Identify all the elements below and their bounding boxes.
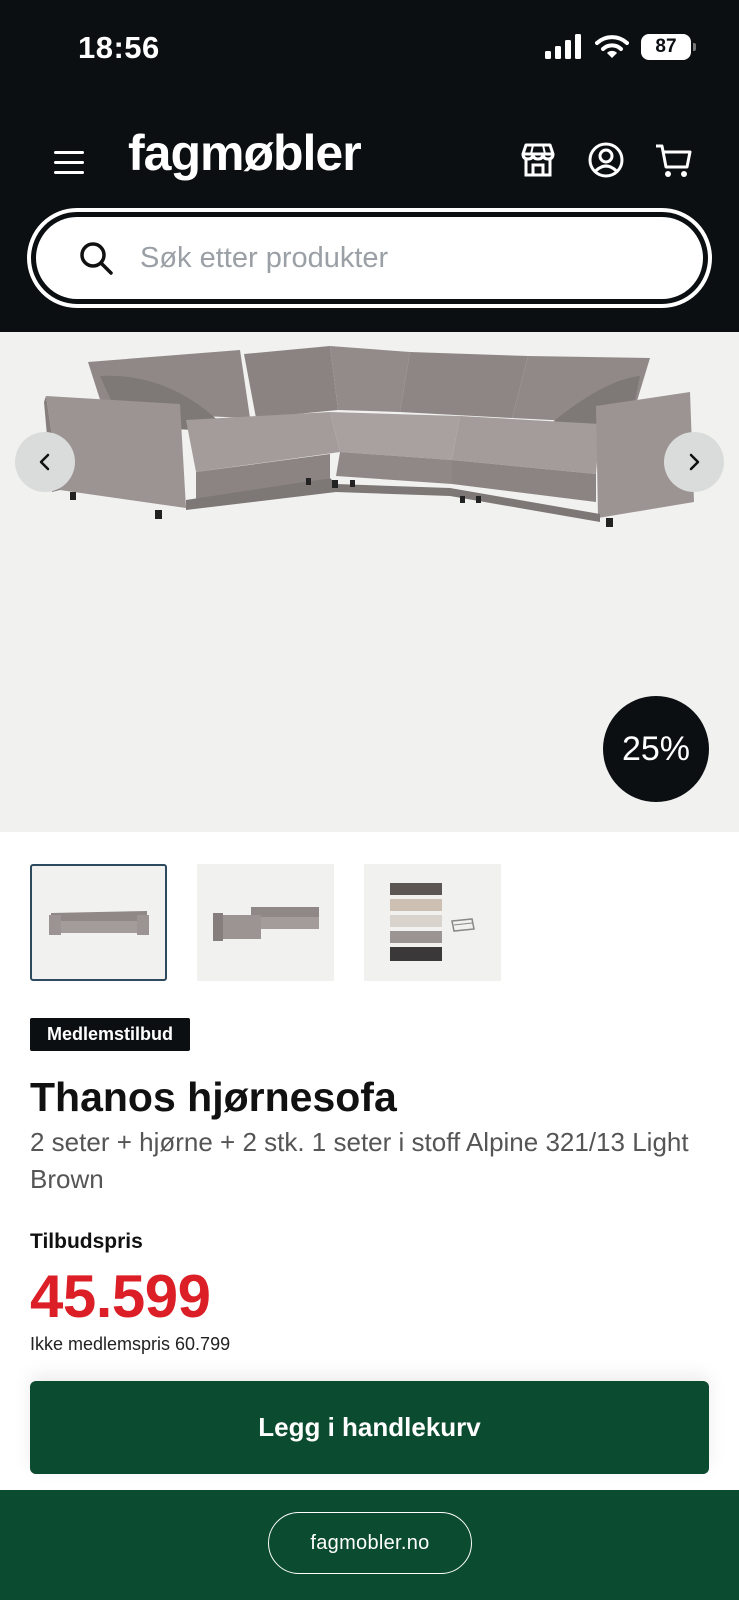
search-input[interactable] — [140, 241, 620, 275]
site-header: fagmøbler — [0, 100, 739, 332]
search-icon — [80, 242, 113, 275]
product-title: Thanos hjørnesofa — [30, 1074, 397, 1120]
thumbnail-1[interactable] — [30, 864, 167, 981]
battery-indicator: 87 — [641, 34, 696, 60]
cart-icon[interactable] — [654, 140, 694, 180]
next-image-button[interactable] — [664, 432, 724, 492]
non-member-price: Ikke medlemspris 60.799 — [30, 1334, 231, 1354]
status-indicators: 87 — [545, 34, 696, 60]
search-bar[interactable] — [27, 208, 712, 308]
chevron-right-icon — [689, 453, 700, 471]
thumbnail-strip — [30, 864, 501, 981]
status-bar: 18:56 87 — [0, 0, 739, 100]
status-time: 18:56 — [78, 30, 160, 65]
member-offer-badge: Medlemstilbud — [30, 1018, 191, 1051]
price-label: Tilbudspris — [30, 1230, 143, 1253]
sofa-thumbnail — [212, 906, 319, 941]
store-icon[interactable] — [518, 140, 558, 180]
thumbnail-3[interactable] — [364, 864, 501, 981]
previous-image-button[interactable] — [15, 432, 75, 492]
thumbnail-2[interactable] — [197, 864, 334, 981]
wifi-icon — [595, 35, 629, 58]
chevron-left-icon — [39, 453, 50, 471]
offer-price: 45.599 — [30, 1263, 211, 1330]
signal-icon — [545, 34, 581, 59]
url-field[interactable]: fagmobler.no — [268, 1512, 472, 1574]
product-image-carousel[interactable]: 25% — [0, 332, 739, 832]
add-to-cart-button[interactable]: Legg i handlekurv — [30, 1381, 709, 1474]
account-icon[interactable] — [586, 140, 626, 180]
site-logo[interactable]: fagmøbler — [128, 124, 362, 182]
browser-url-bar: fagmobler.no — [0, 1490, 739, 1600]
color-variants-thumbnail — [389, 882, 475, 961]
product-subtitle: 2 seter + hjørne + 2 stk. 1 seter i stof… — [30, 1127, 689, 1194]
menu-icon[interactable] — [54, 144, 90, 180]
sofa-thumbnail — [48, 910, 149, 935]
discount-badge: 25% — [603, 696, 709, 802]
